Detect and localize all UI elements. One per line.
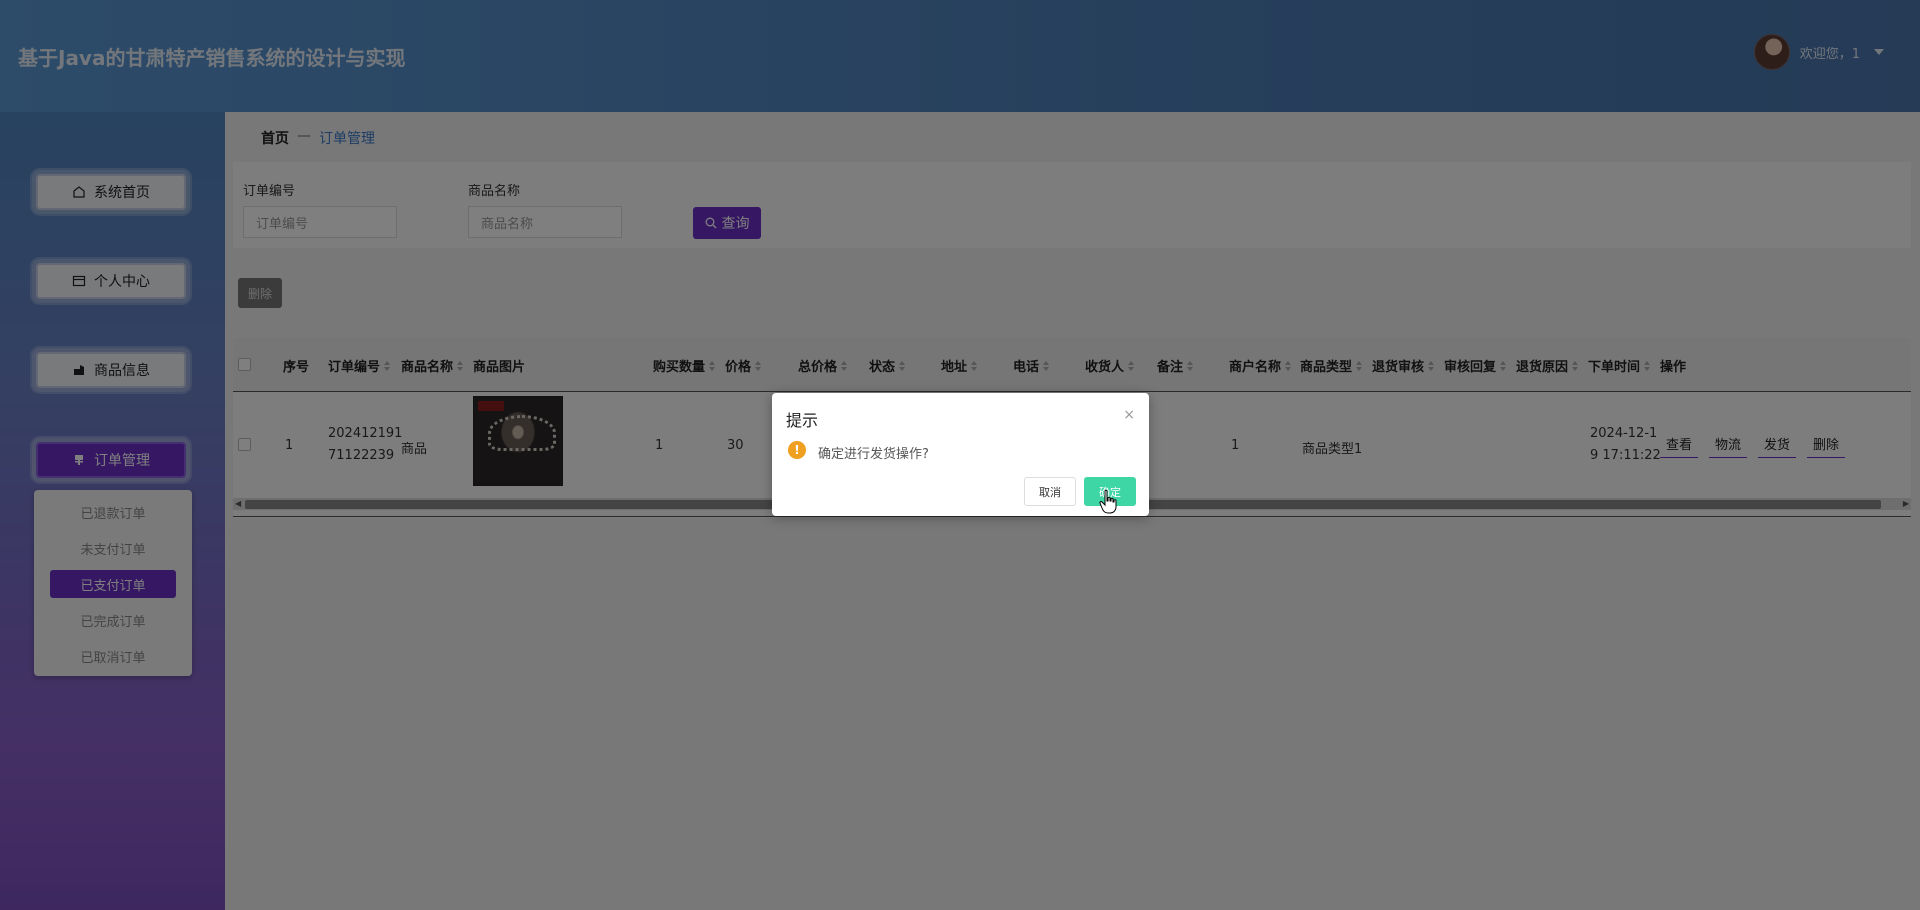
hand-cursor-icon (1099, 489, 1117, 514)
dialog-title: 提示 (786, 411, 819, 430)
close-icon[interactable]: × (1123, 407, 1135, 423)
confirm-dialog: 提示 × ! 确定进行发货操作? 取消 确定 (772, 393, 1149, 516)
dialog-message: 确定进行发货操作? (818, 447, 929, 462)
cancel-button[interactable]: 取消 (1024, 477, 1076, 506)
warning-icon: ! (788, 441, 806, 459)
